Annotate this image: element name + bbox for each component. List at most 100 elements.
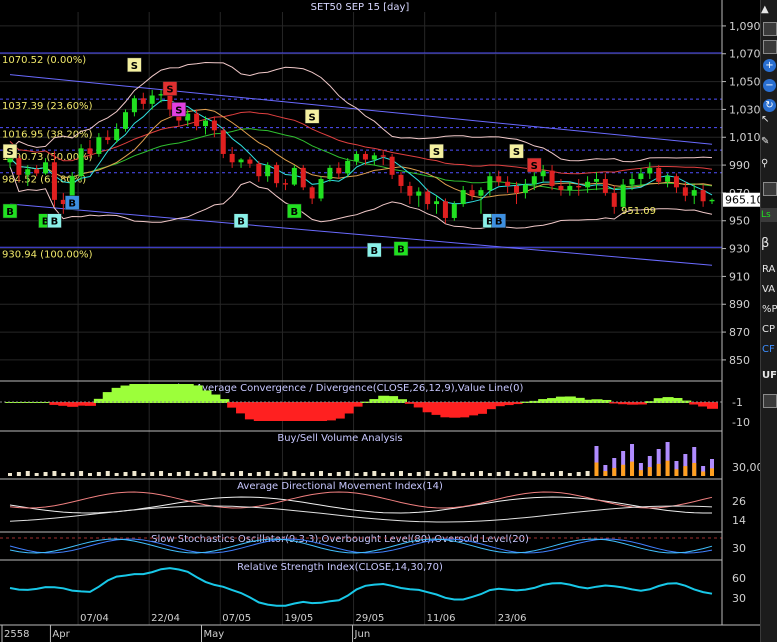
ls-button[interactable]: Ls — [761, 208, 777, 224]
signal-label-7: S — [175, 105, 182, 116]
candlesticks — [7, 89, 715, 224]
candle-body-25 — [229, 153, 235, 163]
toolbar-item-cp[interactable]: CP — [761, 322, 777, 338]
volume-bar-58 — [523, 472, 528, 476]
candle-body-48 — [434, 201, 440, 205]
candle-body-70 — [629, 178, 635, 185]
chart-icon[interactable] — [761, 180, 777, 196]
volume-sell-bar-69 — [621, 464, 626, 476]
fib-level-label-2: 1016.95 (38.20%) — [2, 130, 93, 141]
candle-body-79 — [709, 199, 715, 202]
volume-bar-34 — [310, 472, 315, 476]
signal-label-10: S — [309, 112, 316, 123]
cursor-icon[interactable]: ↖ — [761, 112, 777, 128]
adx-line-0 — [9, 496, 712, 514]
volume-bar-44 — [398, 471, 403, 476]
volume-sell-bar-67 — [603, 471, 608, 476]
signal-label-3: B — [51, 217, 59, 228]
low-annotation: 951.09 — [621, 206, 656, 217]
candle-body-63 — [567, 185, 573, 191]
volume-bar-43 — [390, 472, 395, 476]
right-toolbar: ▲ + − ↻ ↖ ✎ ⚲ Ls β RA VA %P CP CF UF — [760, 0, 777, 642]
volume-bar-10 — [96, 472, 101, 476]
stoch-panel-title: Slow Stochastics Oscillator(9,3,3),Overb… — [151, 534, 529, 545]
toolbar-item-pp[interactable]: %P — [761, 302, 777, 318]
toolbar-item-cf[interactable]: CF — [761, 342, 777, 358]
price-tick-label-0: 1,090 — [729, 20, 761, 33]
candle-body-1 — [16, 158, 22, 175]
plus-icon[interactable]: + — [761, 58, 777, 74]
volume-bar-32 — [292, 471, 297, 476]
price-tick-label-11: 870 — [729, 326, 750, 339]
lower-band-line — [9, 166, 713, 229]
candle-body-9 — [87, 148, 93, 154]
candle-body-35 — [318, 178, 324, 199]
candle-body-49 — [442, 201, 448, 218]
signal-label-16: S — [513, 147, 520, 158]
candle-body-40 — [362, 153, 368, 160]
volume-bar-6 — [61, 473, 66, 476]
menu-icon[interactable] — [761, 20, 777, 36]
x-tick-label-3: 19/05 — [284, 613, 313, 624]
signal-label-12: B — [397, 245, 405, 256]
toolbar-item-va[interactable]: VA — [761, 282, 777, 298]
chart-title: SET50 SEP 15 [day] — [311, 2, 410, 13]
zoom-icon[interactable] — [761, 38, 777, 54]
volume-bar-63 — [567, 473, 572, 476]
signal-label-9: B — [291, 207, 299, 218]
scroll-icon[interactable] — [761, 392, 777, 408]
volume-bar-35 — [319, 471, 324, 476]
candle-body-22 — [202, 120, 208, 127]
toolbar-item-uf[interactable]: UF — [761, 368, 777, 384]
volume-bar-0 — [8, 473, 12, 476]
period-label-1: Apr — [52, 629, 70, 640]
volume-bar-23 — [212, 471, 217, 476]
volume-bar-38 — [345, 471, 350, 476]
magnifier-icon[interactable]: ⚲ — [761, 156, 777, 172]
chart-canvas: 1070.52 (0.00%) 1037.39 (23.60%) 1016.95 (… — [0, 0, 777, 642]
candle-body-38 — [345, 160, 351, 174]
macd-panel-tick-1: -10 — [732, 416, 750, 429]
x-tick-label-4: 29/05 — [356, 613, 385, 624]
beta-icon[interactable]: β — [761, 236, 777, 252]
signal-label-1: B — [6, 207, 14, 218]
candle-body-50 — [451, 204, 457, 218]
candle-body-59 — [531, 176, 537, 185]
candle-body-23 — [211, 120, 217, 131]
candle-body-34 — [309, 187, 315, 199]
volume-bar-53 — [478, 471, 483, 476]
candle-body-21 — [194, 113, 200, 127]
rsi-panel-title: Relative Strength Index(CLOSE,14,30,70) — [237, 562, 443, 573]
volume-bar-25 — [230, 472, 235, 476]
adx-line-2 — [9, 505, 713, 523]
candle-body-30 — [274, 165, 280, 184]
volume-bar-7 — [70, 472, 75, 476]
candle-body-8 — [78, 148, 84, 177]
volume-bar-55 — [496, 472, 501, 476]
volume-bar-39 — [354, 473, 359, 476]
macd-panel-tick-0: -1 — [732, 396, 743, 409]
candle-body-29 — [265, 165, 271, 177]
volume-sell-bar-70 — [630, 461, 635, 476]
toolbar-item-ra[interactable]: RA — [761, 262, 777, 278]
candle-body-51 — [460, 190, 466, 205]
volume-bar-50 — [452, 471, 457, 476]
signal-label-8: B — [237, 217, 245, 228]
candle-body-73 — [656, 167, 662, 182]
stoch-panel-tick-0: 30 — [732, 542, 746, 555]
draw-icon[interactable]: ✎ — [761, 134, 777, 150]
volume-bar-21 — [194, 473, 199, 476]
volume-bar-20 — [185, 471, 190, 476]
volume-bar-26 — [239, 471, 244, 476]
volume-bar-19 — [176, 472, 181, 476]
up-arrow-icon[interactable]: ▲ — [761, 2, 777, 18]
candle-body-13 — [123, 112, 129, 129]
candle-body-11 — [105, 137, 111, 141]
signal-label-13: S — [433, 147, 440, 158]
volume-sell-bar-66 — [594, 462, 599, 476]
volume-bar-15 — [141, 473, 146, 476]
minus-icon[interactable]: − — [761, 78, 777, 94]
volume-bar-2 — [25, 471, 30, 476]
x-tick-label-5: 11/06 — [427, 613, 456, 624]
candle-body-33 — [300, 167, 306, 188]
